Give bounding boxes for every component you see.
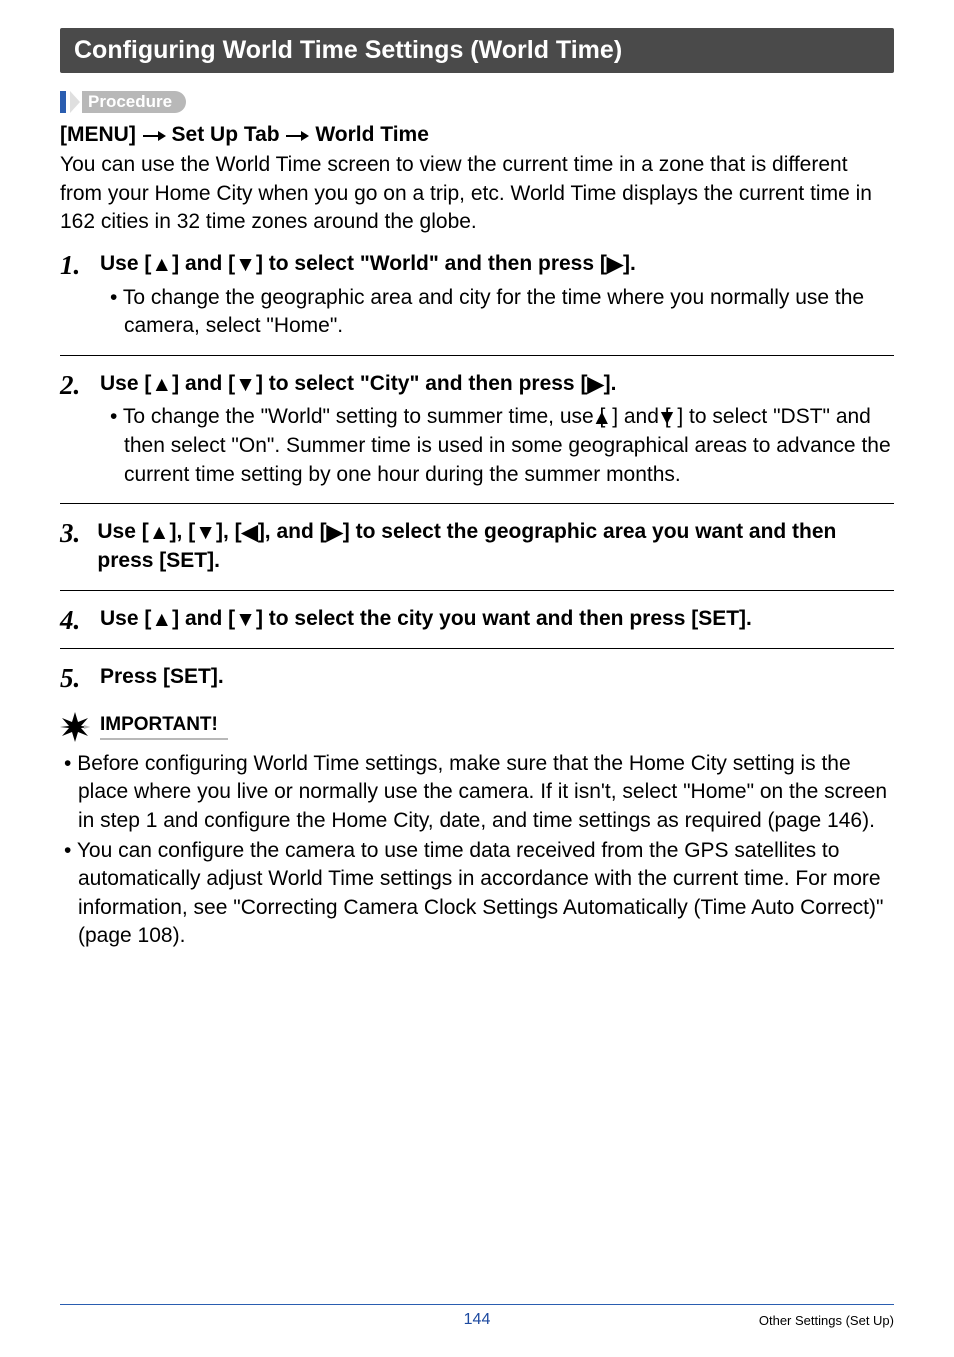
step-5: 5. Press [SET].: [60, 663, 894, 692]
separator: [60, 355, 894, 356]
breadcrumb: [MENU] Set Up Tab World Time: [60, 123, 894, 147]
triangle-down-icon: ▼: [235, 251, 256, 279]
text: ], [: [170, 520, 196, 543]
text: ], [: [216, 520, 242, 543]
text: Use [: [97, 520, 148, 543]
text: ] and [: [172, 372, 235, 395]
intro-paragraph: You can use the World Time screen to vie…: [60, 151, 894, 236]
step-number: 2.: [60, 370, 92, 399]
text: To change the "World" setting to summer …: [123, 405, 606, 428]
step-title: Use [▲], [▼], [◀], and [▶] to select the…: [97, 518, 894, 576]
text: Use [: [100, 607, 151, 630]
text: ].: [604, 372, 617, 395]
step-number: 3.: [60, 518, 89, 547]
triangle-down-icon: ▼: [195, 519, 216, 547]
step-title: Press [SET].: [100, 663, 224, 691]
section-title: Configuring World Time Settings (World T…: [60, 28, 894, 73]
breadcrumb-menu: [MENU]: [60, 123, 136, 146]
list-item: To change the "World" setting to summer …: [124, 403, 894, 489]
triangle-right-icon: ▶: [587, 371, 603, 399]
procedure-bar-accent: [60, 91, 66, 113]
triangle-up-icon: ▲: [151, 371, 172, 399]
important-label: IMPORTANT!: [100, 714, 228, 740]
step-number: 1.: [60, 250, 92, 279]
footer-section-label: Other Settings (Set Up): [759, 1313, 894, 1328]
text: ].: [623, 252, 636, 275]
list-item: Before configuring World Time settings, …: [78, 750, 894, 835]
page-footer: 144 Other Settings (Set Up): [60, 1304, 894, 1329]
arrow-right-icon: [142, 123, 166, 147]
page-number: 144: [464, 1311, 491, 1329]
step-number: 5.: [60, 663, 92, 692]
step-number: 4.: [60, 605, 92, 634]
text: ] and [: [172, 252, 235, 275]
separator: [60, 590, 894, 591]
starburst-icon: [60, 712, 90, 742]
text: Use [: [100, 372, 151, 395]
text: Use [: [100, 252, 151, 275]
triangle-down-icon: ▼: [235, 606, 256, 634]
important-heading: IMPORTANT!: [60, 712, 894, 742]
triangle-up-icon: ▲: [149, 519, 170, 547]
triangle-up-icon: ▲: [151, 606, 172, 634]
triangle-right-icon: ▶: [327, 519, 343, 547]
text: ] to select "World" and then press [: [256, 252, 607, 275]
separator: [60, 648, 894, 649]
step-title: Use [▲] and [▼] to select "World" and th…: [100, 250, 636, 279]
text: ], and [: [258, 520, 327, 543]
procedure-chevron-icon: [70, 91, 80, 113]
step-2: 2. Use [▲] and [▼] to select "City" and …: [60, 370, 894, 489]
arrow-right-icon: [285, 123, 309, 147]
procedure-label: Procedure: [82, 91, 186, 113]
step-3: 3. Use [▲], [▼], [◀], and [▶] to select …: [60, 518, 894, 576]
step-bullets: To change the geographic area and city f…: [60, 284, 894, 341]
triangle-down-icon: ▼: [235, 371, 256, 399]
triangle-right-icon: ▶: [607, 251, 623, 279]
list-item: To change the geographic area and city f…: [124, 284, 894, 341]
step-title: Use [▲] and [▼] to select the city you w…: [100, 605, 752, 634]
step-title: Use [▲] and [▼] to select "City" and the…: [100, 370, 616, 399]
text: ] to select the city you want and then p…: [256, 607, 752, 630]
procedure-heading: Procedure: [60, 91, 894, 113]
separator: [60, 503, 894, 504]
breadcrumb-tab: Set Up Tab: [172, 123, 280, 146]
triangle-up-icon: ▲: [151, 251, 172, 279]
important-bullets: Before configuring World Time settings, …: [60, 750, 894, 950]
list-item: You can configure the camera to use time…: [78, 837, 894, 950]
text: ] and [: [172, 607, 235, 630]
triangle-left-icon: ◀: [242, 519, 258, 547]
step-bullets: To change the "World" setting to summer …: [60, 403, 894, 489]
step-4: 4. Use [▲] and [▼] to select the city yo…: [60, 605, 894, 634]
breadcrumb-item: World Time: [315, 123, 429, 146]
text: ] to select "City" and then press [: [256, 372, 587, 395]
step-1: 1. Use [▲] and [▼] to select "World" and…: [60, 250, 894, 340]
